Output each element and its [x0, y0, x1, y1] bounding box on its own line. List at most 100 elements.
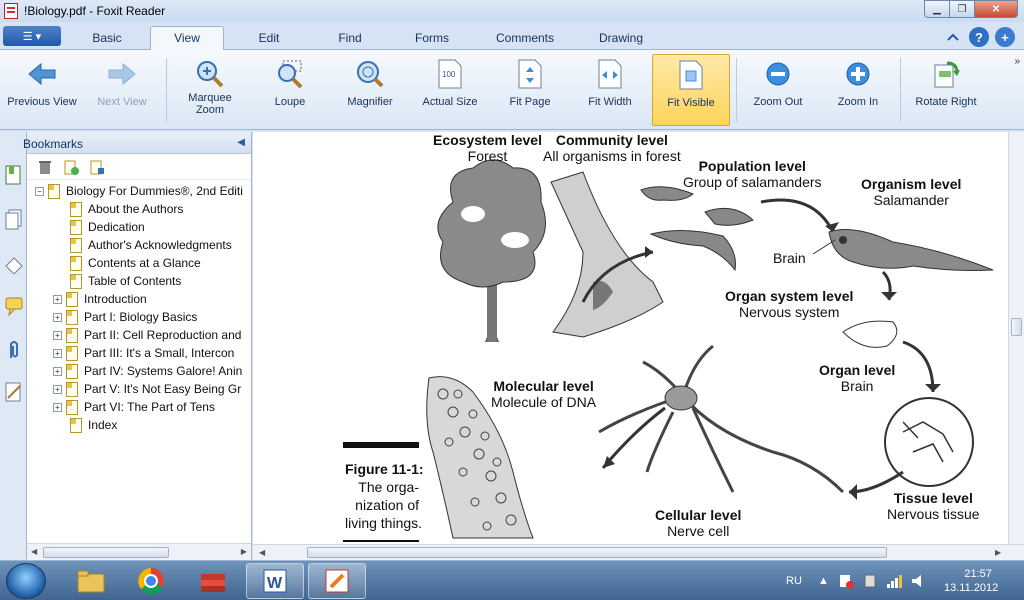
actual-size-icon: 100 — [434, 58, 466, 90]
bookmark-icon — [70, 201, 82, 217]
tree-item[interactable]: Dedication — [70, 218, 145, 236]
right-arrow-icon — [106, 58, 138, 90]
tree-item-root[interactable]: − Biology For Dummies®, 2nd Editi — [35, 182, 243, 200]
start-button[interactable] — [6, 563, 46, 599]
tree-item[interactable]: + Part VI: The Part of Tens — [53, 398, 215, 416]
plus-icon[interactable]: + — [994, 26, 1016, 48]
bookmark-icon — [66, 399, 78, 415]
close-button[interactable]: ✕ — [974, 0, 1018, 18]
rotate-right-button[interactable]: Rotate Right — [906, 54, 986, 126]
fit-width-button[interactable]: Fit Width — [574, 54, 646, 126]
bookmark-icon — [66, 291, 78, 307]
document-view[interactable]: Ecosystem level Forest Community level All… — [253, 132, 1024, 560]
marquee-zoom-button[interactable]: Marquee Zoom — [174, 54, 246, 126]
help-icon[interactable]: ? — [968, 26, 990, 48]
rotate-right-icon — [930, 58, 962, 90]
bookmark-properties-icon[interactable] — [89, 159, 105, 175]
previous-view-button[interactable]: Previous View — [4, 54, 80, 126]
tree-item[interactable]: Index — [70, 416, 117, 434]
document-horizontal-scrollbar[interactable]: ◀ ▶ — [253, 544, 1024, 560]
volume-icon[interactable] — [910, 573, 926, 589]
actual-size-button[interactable]: 100 Actual Size — [414, 54, 486, 126]
language-indicator[interactable]: RU — [786, 561, 802, 600]
delete-bookmark-icon[interactable] — [37, 159, 53, 175]
restore-button[interactable]: ❐ — [949, 0, 975, 18]
word-icon: W — [263, 569, 287, 593]
tree-item[interactable]: + Part II: Cell Reproduction and — [53, 326, 241, 344]
signatures-panel-icon[interactable] — [4, 380, 24, 402]
tree-item[interactable]: + Part III: It's a Small, Intercon — [53, 344, 234, 362]
collapse-ribbon-icon[interactable] — [942, 26, 964, 48]
toolbar-more-icon[interactable]: » — [1014, 56, 1020, 67]
tree-item[interactable]: + Introduction — [53, 290, 147, 308]
tab-edit[interactable]: Edit — [240, 28, 298, 50]
title-bar: !Biology.pdf - Foxit Reader ▁ ❐ ✕ — [0, 0, 1024, 22]
organ-label: Organ level Brain — [819, 362, 896, 394]
population-label: Population level Group of salamanders — [683, 158, 822, 190]
fit-page-button[interactable]: Fit Page — [494, 54, 566, 126]
clock[interactable]: 21:57 13.11.2012 — [944, 561, 998, 600]
action-center-icon[interactable] — [838, 573, 854, 589]
bookmarks-panel-icon[interactable] — [4, 164, 24, 186]
comments-panel-icon[interactable] — [4, 294, 24, 316]
tab-basic[interactable]: Basic — [78, 28, 136, 50]
bookmarks-horizontal-scrollbar[interactable]: ◀ ▶ — [27, 543, 251, 560]
add-bookmark-icon[interactable] — [63, 159, 79, 175]
magnifier-button[interactable]: Magnifier — [334, 54, 406, 126]
collapse-panel-icon[interactable]: ◀ — [237, 137, 245, 148]
books-icon — [201, 574, 225, 592]
left-arrow-icon — [26, 58, 58, 90]
fit-visible-button[interactable]: Fit Visible — [652, 54, 730, 126]
tab-view[interactable]: View — [150, 26, 224, 51]
community-label: Community level All organisms in forest — [543, 132, 681, 164]
tree-item[interactable]: + Part V: It's Not Easy Being Gr — [53, 380, 241, 398]
bookmark-icon — [70, 417, 82, 433]
next-view-button[interactable]: Next View — [84, 54, 160, 126]
loupe-button[interactable]: Loupe — [254, 54, 326, 126]
tab-drawing[interactable]: Drawing — [588, 28, 654, 50]
figure-caption: Figure 11-1: The orga- nization of livin… — [345, 461, 424, 531]
minimize-button[interactable]: ▁ — [924, 0, 950, 18]
tree-item[interactable]: Contents at a Glance — [70, 254, 201, 272]
books-task-button[interactable] — [184, 563, 242, 599]
network-icon[interactable] — [886, 573, 904, 589]
foxit-task-button[interactable] — [308, 563, 366, 599]
window-title: !Biology.pdf - Foxit Reader — [24, 4, 166, 18]
tab-find[interactable]: Find — [320, 28, 380, 50]
fit-visible-icon — [675, 59, 707, 91]
loupe-icon — [274, 58, 306, 90]
marquee-zoom-icon — [194, 58, 226, 90]
tree-item[interactable]: Author's Acknowledgments — [70, 236, 232, 254]
document-vertical-scrollbar[interactable] — [1008, 132, 1024, 544]
bookmark-icon — [70, 273, 82, 289]
pages-panel-icon[interactable] — [4, 208, 24, 230]
cellular-label: Cellular level Nerve cell — [655, 507, 742, 539]
svg-text:100: 100 — [442, 70, 456, 79]
ribbon-tabs: ☰ ▾ Basic View Edit Find Forms Comments … — [0, 22, 1024, 51]
folder-icon — [77, 570, 105, 593]
zoom-out-button[interactable]: Zoom Out — [742, 54, 814, 126]
taskbar: W RU ▲ 21:57 13.11.2012 — [0, 560, 1024, 600]
chrome-task-button[interactable] — [122, 563, 180, 599]
figure-levels-of-organization: Ecosystem level Forest Community level All… — [253, 132, 1008, 544]
layers-panel-icon[interactable] — [4, 252, 24, 274]
tree-item[interactable]: + Part IV: Systems Galore! Anin — [53, 362, 242, 380]
organ-system-label: Organ system level Nervous system — [725, 288, 854, 320]
explorer-task-button[interactable] — [62, 563, 120, 599]
show-hidden-icons[interactable]: ▲ — [818, 561, 829, 600]
usb-icon[interactable] — [862, 573, 878, 589]
tab-comments[interactable]: Comments — [490, 28, 560, 50]
app-menu-button[interactable]: ☰ ▾ — [3, 26, 61, 46]
tab-forms[interactable]: Forms — [402, 28, 462, 50]
zoom-in-button[interactable]: Zoom In — [822, 54, 894, 126]
brain-label: Brain — [773, 250, 806, 266]
attachments-panel-icon[interactable] — [4, 338, 24, 360]
scrollbar-thumb[interactable] — [1011, 318, 1022, 336]
word-task-button[interactable]: W — [246, 563, 304, 599]
tree-item[interactable]: Table of Contents — [70, 272, 181, 290]
zoom-in-icon — [842, 58, 874, 90]
scrollbar-thumb[interactable] — [307, 547, 887, 558]
tree-item[interactable]: + Part I: Biology Basics — [53, 308, 197, 326]
scrollbar-thumb[interactable] — [43, 547, 169, 558]
tree-item[interactable]: About the Authors — [70, 200, 183, 218]
